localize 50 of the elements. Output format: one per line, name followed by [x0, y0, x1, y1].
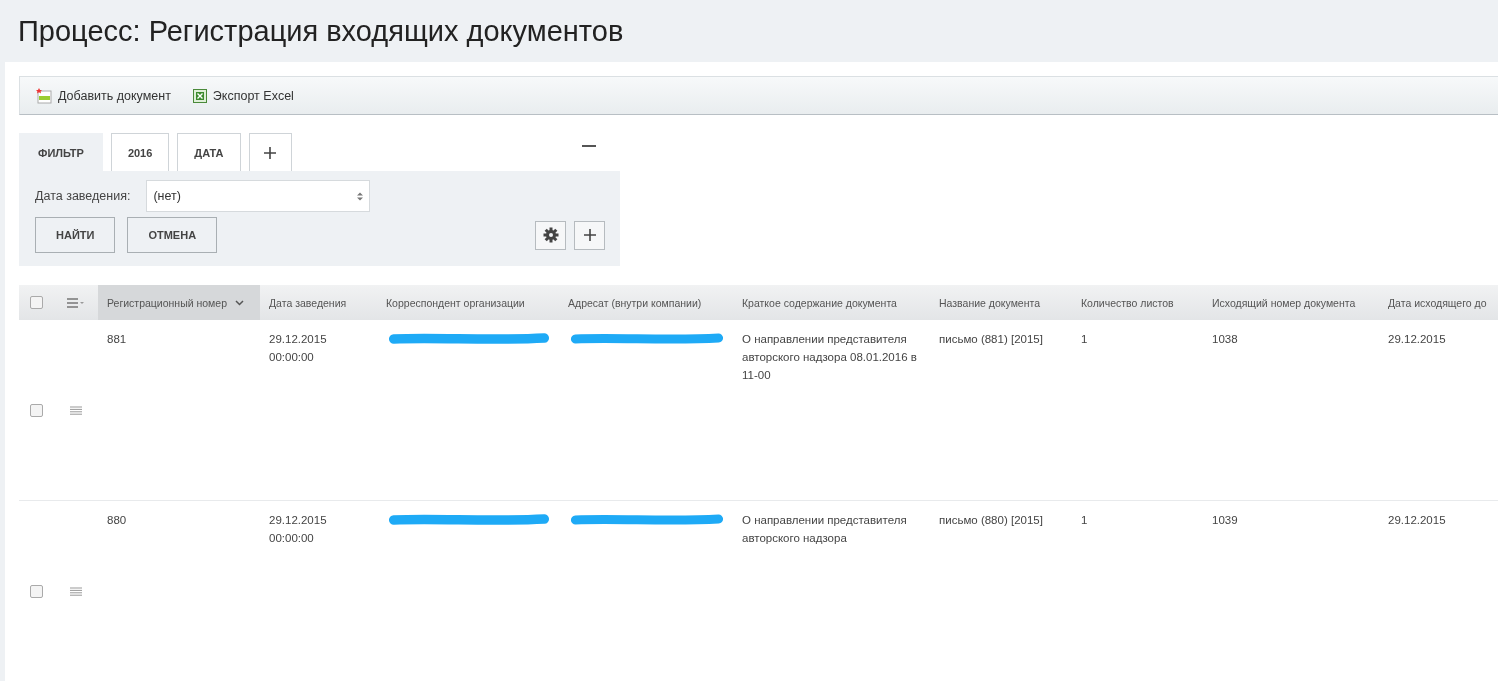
- add-tab-button[interactable]: [248, 133, 292, 171]
- spreadsheet-icon: [192, 88, 207, 103]
- minus-icon: [582, 145, 596, 147]
- menu-icon[interactable]: [67, 297, 85, 308]
- column-header[interactable]: Корреспондент организации: [377, 285, 559, 320]
- filter-button[interactable]: НАЙТИ: [35, 217, 116, 253]
- table-cell-text: письмо (881) [2015]: [939, 332, 1043, 347]
- table-cell-text: 29.12.2015: [1388, 513, 1446, 528]
- toolbar-button[interactable]: Экспорт Excel: [188, 88, 298, 103]
- column-header[interactable]: Регистрационный номер: [98, 285, 260, 320]
- menu-icon[interactable]: [70, 405, 82, 415]
- column-header[interactable]: Краткое содержание документа: [733, 285, 930, 320]
- column-header[interactable]: Дата исходящего до: [1379, 285, 1498, 320]
- table-cell-text: 880: [107, 513, 127, 528]
- column-header[interactable]: Количество листов: [1072, 285, 1203, 320]
- add-field-button[interactable]: [574, 220, 605, 250]
- table-cell-text: О направлении представителя авторского надзора: [742, 513, 908, 546]
- filter-tab[interactable]: ФИЛЬТР: [19, 133, 103, 171]
- field-label: Дата заведения:: [35, 189, 131, 203]
- table-cell-text: письмо (880) [2015]: [939, 513, 1043, 528]
- column-header[interactable]: Исходящий номер документа: [1203, 285, 1379, 320]
- column-header[interactable]: Адресат (внутри компании): [559, 285, 733, 320]
- table-cell-text: 1039: [1212, 513, 1238, 528]
- toolbar-button[interactable]: Добавить документ: [32, 87, 175, 104]
- row-checkbox[interactable]: [30, 403, 43, 417]
- date-select[interactable]: (нет): [146, 180, 371, 212]
- select-all-checkbox[interactable]: [30, 296, 43, 309]
- filter-button[interactable]: ОТМЕНА: [127, 217, 218, 253]
- table-cell-text: 1038: [1212, 332, 1238, 347]
- table-cell-text: 1: [1081, 513, 1088, 528]
- table-cell-text: 29.12.2015 00:00:00: [269, 332, 328, 365]
- filter-tab[interactable]: ДАТА: [177, 133, 241, 171]
- menu-icon[interactable]: [70, 586, 82, 596]
- table-cell-text: 1: [1081, 332, 1088, 347]
- column-header[interactable]: Дата заведения: [260, 285, 377, 320]
- table-cell-text: 29.12.2015: [1388, 332, 1446, 347]
- plus-icon: [583, 229, 596, 241]
- row-checkbox[interactable]: [30, 584, 43, 598]
- updown-icon: [357, 191, 364, 201]
- table-cell-text: 29.12.2015 00:00:00: [269, 513, 328, 546]
- column-header[interactable]: Название документа: [930, 285, 1072, 320]
- filter-tab[interactable]: 2016: [110, 133, 170, 171]
- table-cell-text: 881: [107, 332, 127, 347]
- plus-icon: [264, 146, 277, 159]
- add-document-icon: [36, 87, 52, 104]
- table-cell-text: О направлении представителя авторского надзора 08.01.2016 в 11-00: [742, 332, 918, 383]
- settings-icon: [542, 227, 559, 243]
- page-title: Процесс: Регистрация входящих документов: [18, 14, 624, 48]
- settings-button[interactable]: [535, 220, 566, 250]
- chevron-down-icon: [235, 299, 244, 306]
